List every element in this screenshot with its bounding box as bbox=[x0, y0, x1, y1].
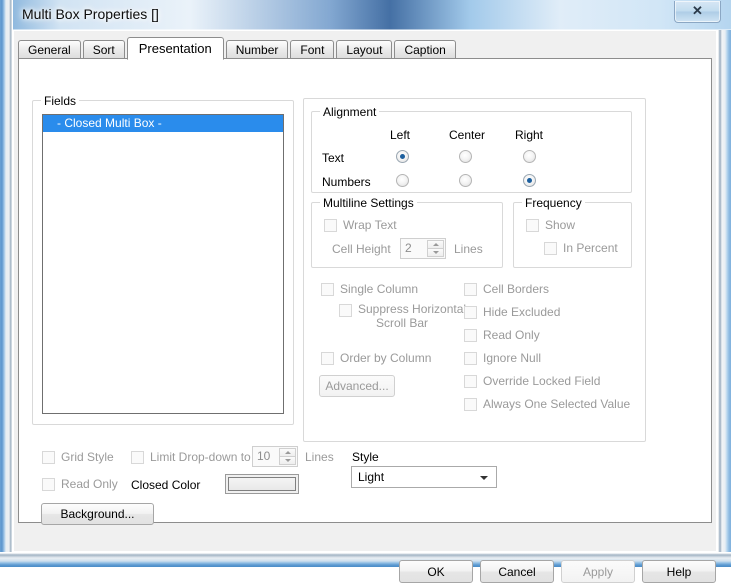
style-combobox-value: Light bbox=[358, 470, 385, 484]
radio-numbers-right[interactable] bbox=[523, 174, 536, 187]
radio-text-center[interactable] bbox=[459, 150, 472, 163]
alignment-group-label: Alignment bbox=[320, 105, 380, 119]
checkbox-order-by-column-label: Order by Column bbox=[340, 351, 432, 365]
title-bar: Multi Box Properties [] ✕ bbox=[0, 0, 731, 30]
checkbox-hide-excluded-label: Hide Excluded bbox=[483, 305, 561, 319]
radio-text-right[interactable] bbox=[523, 150, 536, 163]
cell-height-lines-label: Lines bbox=[454, 242, 483, 256]
closed-color-preview bbox=[228, 477, 296, 491]
checkbox-in-percent-label: In Percent bbox=[563, 241, 618, 255]
checkbox-bottom-read-only[interactable] bbox=[42, 478, 55, 491]
multiline-group-label: Multiline Settings bbox=[320, 196, 417, 210]
checkbox-always-one-selected-value[interactable] bbox=[464, 398, 477, 411]
tab-presentation[interactable]: Presentation bbox=[126, 37, 224, 60]
alignment-col-left: Left bbox=[390, 128, 411, 142]
tab-font[interactable]: Font bbox=[290, 40, 335, 59]
checkbox-hide-excluded[interactable] bbox=[464, 306, 477, 319]
checkbox-ignore-null-label: Ignore Null bbox=[483, 351, 542, 365]
tab-sort[interactable]: Sort bbox=[82, 40, 125, 59]
tab-caption[interactable]: Caption bbox=[394, 40, 456, 59]
alignment-row-numbers-label: Numbers bbox=[322, 175, 371, 189]
closed-color-swatch-button[interactable] bbox=[225, 474, 299, 494]
radio-text-left[interactable] bbox=[396, 150, 409, 163]
checkbox-read-only[interactable] bbox=[464, 329, 477, 342]
alignment-col-center: Center bbox=[449, 128, 486, 142]
cancel-button[interactable]: Cancel bbox=[480, 560, 554, 583]
checkbox-limit-dropdown[interactable] bbox=[131, 451, 144, 464]
window-frame-left bbox=[0, 0, 13, 567]
frequency-group-label: Frequency bbox=[522, 196, 585, 210]
checkbox-limit-dropdown-label: Limit Drop-down to bbox=[150, 450, 251, 464]
checkbox-grid-style-label: Grid Style bbox=[61, 450, 114, 464]
limit-dropdown-value: 10 bbox=[257, 449, 271, 463]
spinner-down-icon[interactable] bbox=[427, 249, 444, 257]
checkbox-in-percent[interactable] bbox=[544, 242, 557, 255]
checkbox-order-by-column[interactable] bbox=[321, 352, 334, 365]
fields-group: Fields - Closed Multi Box - bbox=[32, 94, 294, 425]
checkbox-show-label: Show bbox=[545, 218, 576, 232]
limit-dropdown-lines-label: Lines bbox=[305, 450, 334, 464]
cell-height-value: 2 bbox=[405, 241, 412, 255]
alignment-row-text-label: Text bbox=[322, 151, 345, 165]
closed-color-label: Closed Color bbox=[131, 478, 201, 492]
checkbox-cell-borders-label: Cell Borders bbox=[483, 282, 550, 296]
fields-group-label: Fields bbox=[41, 94, 80, 108]
help-button[interactable]: Help bbox=[642, 560, 716, 583]
close-icon: ✕ bbox=[692, 3, 703, 18]
checkbox-wrap-text-label: Wrap Text bbox=[343, 218, 397, 232]
tab-layout[interactable]: Layout bbox=[336, 40, 393, 59]
dialog-client-area: General Sort Presentation Number Font La… bbox=[13, 30, 717, 583]
background-button[interactable]: Background... bbox=[41, 503, 154, 525]
style-combobox[interactable]: Light bbox=[351, 466, 497, 488]
apply-button[interactable]: Apply bbox=[561, 560, 635, 583]
checkbox-read-only-label: Read Only bbox=[483, 328, 540, 342]
checkbox-suppress-horizontal-scroll-bar[interactable] bbox=[339, 304, 352, 317]
checkbox-suppress-scroll-label-line1: Suppress Horizontal bbox=[358, 302, 467, 316]
alignment-group: Alignment Left Center Right Text Numbers bbox=[311, 105, 632, 193]
spinner-down-icon[interactable] bbox=[279, 457, 296, 465]
checkbox-bottom-read-only-label: Read Only bbox=[61, 477, 118, 491]
limit-dropdown-spinner-buttons[interactable] bbox=[279, 448, 296, 465]
checkbox-ignore-null[interactable] bbox=[464, 352, 477, 365]
advanced-button[interactable]: Advanced... bbox=[319, 375, 395, 397]
cell-height-label: Cell Height bbox=[332, 242, 391, 256]
radio-numbers-center[interactable] bbox=[459, 174, 472, 187]
fields-listbox[interactable]: - Closed Multi Box - bbox=[42, 114, 284, 414]
checkbox-wrap-text[interactable] bbox=[324, 219, 337, 232]
presentation-options-group: Alignment Left Center Right Text Numbers… bbox=[303, 98, 646, 442]
spinner-up-icon[interactable] bbox=[279, 448, 296, 457]
list-item[interactable]: - Closed Multi Box - bbox=[43, 115, 283, 132]
checkbox-single-column[interactable] bbox=[321, 283, 334, 296]
checkbox-single-column-label: Single Column bbox=[340, 282, 419, 296]
tab-number[interactable]: Number bbox=[225, 40, 289, 59]
tab-general[interactable]: General bbox=[18, 40, 81, 59]
close-button[interactable]: ✕ bbox=[674, 1, 721, 23]
window-title: Multi Box Properties [] bbox=[22, 6, 159, 22]
chevron-down-icon bbox=[480, 476, 488, 480]
checkbox-always-one-selected-value-label: Always One Selected Value bbox=[483, 397, 631, 411]
checkbox-suppress-scroll-label-line2: Scroll Bar bbox=[376, 316, 429, 330]
style-label: Style bbox=[352, 450, 379, 464]
checkbox-grid-style[interactable] bbox=[42, 451, 55, 464]
ok-button[interactable]: OK bbox=[399, 560, 473, 583]
frequency-group: Frequency Show In Percent bbox=[513, 196, 632, 268]
limit-dropdown-spinner[interactable]: 10 bbox=[252, 446, 298, 467]
dialog-window: Multi Box Properties [] ✕ General Sort P… bbox=[0, 0, 731, 583]
checkbox-cell-borders[interactable] bbox=[464, 283, 477, 296]
multiline-settings-group: Multiline Settings Wrap Text Cell Height… bbox=[311, 196, 503, 268]
checkbox-override-locked-field-label: Override Locked Field bbox=[483, 374, 601, 388]
alignment-col-right: Right bbox=[515, 128, 544, 142]
cell-height-spinner-buttons[interactable] bbox=[427, 240, 444, 257]
checkbox-show[interactable] bbox=[526, 219, 539, 232]
tab-strip: General Sort Presentation Number Font La… bbox=[18, 37, 458, 60]
window-frame-right bbox=[717, 30, 731, 567]
checkbox-override-locked-field[interactable] bbox=[464, 375, 477, 388]
spinner-up-icon[interactable] bbox=[427, 240, 444, 249]
radio-numbers-left[interactable] bbox=[396, 174, 409, 187]
cell-height-spinner[interactable]: 2 bbox=[400, 238, 446, 259]
